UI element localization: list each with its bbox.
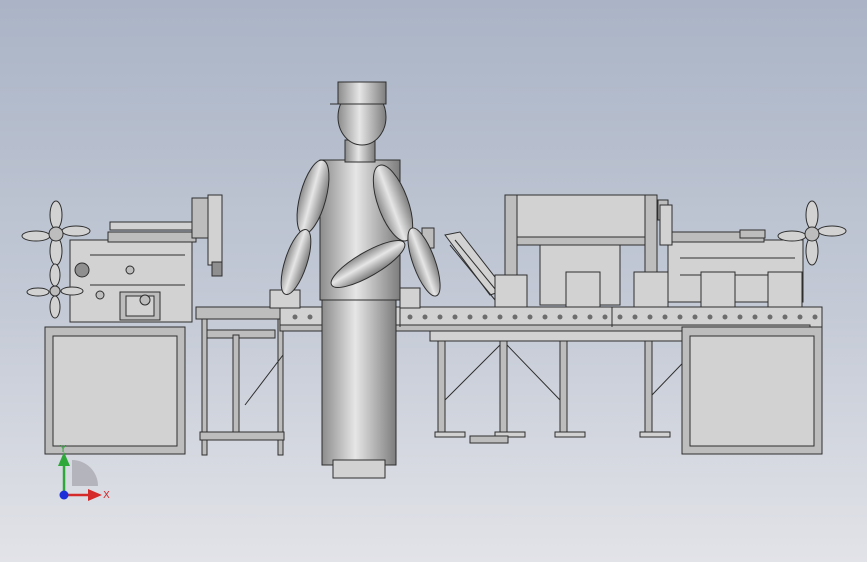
- right-machine-base: [681, 326, 823, 455]
- y-axis-label: Y: [59, 444, 67, 455]
- assembly-drawing: Y X: [21, 81, 847, 501]
- cad-viewport[interactable]: Y X: [0, 0, 867, 562]
- x-axis-arrowhead: [88, 489, 102, 501]
- operator-figure: [280, 81, 441, 479]
- x-axis-label: X: [103, 490, 110, 501]
- z-axis-dot: [59, 490, 69, 500]
- left-feeder-machine: [69, 194, 223, 323]
- left-machine-base: [44, 326, 186, 455]
